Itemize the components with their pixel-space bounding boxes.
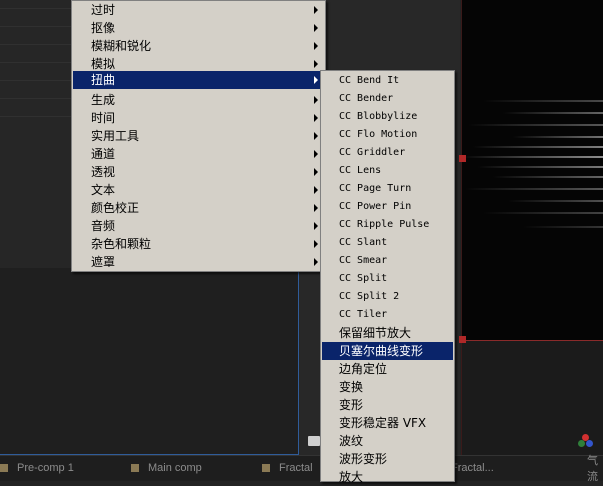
submenu-item-cc-griddler[interactable]: CC Griddler [322, 144, 453, 162]
submenu-item-warp[interactable]: 变形 [322, 396, 453, 414]
submenu-arrow-icon [314, 168, 318, 176]
viewer-toggle-icon[interactable] [308, 436, 320, 446]
submenu-arrow-icon [314, 150, 318, 158]
submenu-arrow-icon [314, 222, 318, 230]
menu-item-obsolete[interactable]: 过时 [73, 1, 324, 19]
submenu-item-magnify[interactable]: 放大 [322, 468, 453, 486]
menu-item-text[interactable]: 文本 [73, 181, 324, 199]
tab-fractal-2[interactable]: Fractal... [451, 461, 494, 475]
submenu-arrow-icon [314, 24, 318, 32]
layer-handle[interactable] [459, 155, 466, 162]
submenu-item-cc-slant[interactable]: CC Slant [322, 234, 453, 252]
submenu-arrow-icon [314, 204, 318, 212]
submenu-item-cc-power-pin[interactable]: CC Power Pin [322, 198, 453, 216]
submenu-arrow-icon [314, 6, 318, 14]
label-color-swatch [0, 464, 8, 472]
effect-category-menu: 过时 抠像 模糊和锐化 模拟 扭曲 生成 时间 实用工具 通道 透视 文本 颜色… [71, 0, 326, 272]
submenu-arrow-icon [314, 132, 318, 140]
menu-item-blur-sharpen[interactable]: 模糊和锐化 [73, 37, 324, 55]
menu-item-noise-grain[interactable]: 杂色和颗粒 [73, 235, 324, 253]
menu-item-generate[interactable]: 生成 [73, 91, 324, 109]
submenu-arrow-icon [314, 258, 318, 266]
tab-airflow[interactable]: 气流 [587, 455, 603, 483]
menu-item-matte[interactable]: 遮罩 [73, 253, 324, 271]
menu-item-audio[interactable]: 音频 [73, 217, 324, 235]
menu-item-time[interactable]: 时间 [73, 109, 324, 127]
submenu-item-cc-lens[interactable]: CC Lens [322, 162, 453, 180]
submenu-item-ripple[interactable]: 波纹 [322, 432, 453, 450]
submenu-item-bezier-warp[interactable]: 贝塞尔曲线变形 [322, 342, 453, 360]
focused-panel[interactable] [0, 268, 299, 455]
submenu-arrow-icon [314, 96, 318, 104]
submenu-item-detail-preserving-upscale[interactable]: 保留细节放大 [322, 324, 453, 342]
submenu-arrow-icon [314, 60, 318, 68]
distort-submenu: CC Bend It CC Bender CC Blobbylize CC Fl… [320, 70, 455, 484]
menu-item-distort[interactable]: 扭曲 [73, 71, 324, 89]
label-color-swatch [262, 464, 270, 472]
submenu-item-cc-blobbylize[interactable]: CC Blobbylize [322, 108, 453, 126]
tab-main-comp[interactable]: Main comp [131, 461, 202, 475]
menu-item-utility[interactable]: 实用工具 [73, 127, 324, 145]
color-channels-icon[interactable] [578, 434, 594, 448]
submenu-item-cc-smear[interactable]: CC Smear [322, 252, 453, 270]
submenu-item-cc-split[interactable]: CC Split [322, 270, 453, 288]
submenu-item-cc-bend-it[interactable]: CC Bend It [322, 72, 453, 90]
label-color-swatch [131, 464, 139, 472]
submenu-item-cc-page-turn[interactable]: CC Page Turn [322, 180, 453, 198]
menu-item-keying[interactable]: 抠像 [73, 19, 324, 37]
submenu-item-cc-flo-motion[interactable]: CC Flo Motion [322, 126, 453, 144]
tab-pre-comp-1[interactable]: Pre-comp 1 [0, 461, 74, 475]
submenu-arrow-icon [314, 240, 318, 248]
submenu-arrow-icon [314, 114, 318, 122]
submenu-item-cc-bender[interactable]: CC Bender [322, 90, 453, 108]
submenu-item-transform[interactable]: 变换 [322, 378, 453, 396]
menu-item-perspective[interactable]: 透视 [73, 163, 324, 181]
submenu-item-corner-pin[interactable]: 边角定位 [322, 360, 453, 378]
submenu-item-cc-ripple-pulse[interactable]: CC Ripple Pulse [322, 216, 453, 234]
submenu-item-warp-stabilizer-vfx[interactable]: 变形稳定器 VFX [322, 414, 453, 432]
submenu-item-wave-warp[interactable]: 波形变形 [322, 450, 453, 468]
submenu-arrow-icon [314, 42, 318, 50]
submenu-arrow-icon [314, 76, 318, 84]
menu-item-channel[interactable]: 通道 [73, 145, 324, 163]
layer-handle[interactable] [459, 336, 466, 343]
menu-item-color-correction[interactable]: 颜色校正 [73, 199, 324, 217]
submenu-arrow-icon [314, 186, 318, 194]
composition-viewer[interactable] [462, 0, 603, 340]
submenu-item-cc-split-2[interactable]: CC Split 2 [322, 288, 453, 306]
tab-fractal[interactable]: Fractal [262, 461, 313, 475]
submenu-item-cc-tiler[interactable]: CC Tiler [322, 306, 453, 324]
